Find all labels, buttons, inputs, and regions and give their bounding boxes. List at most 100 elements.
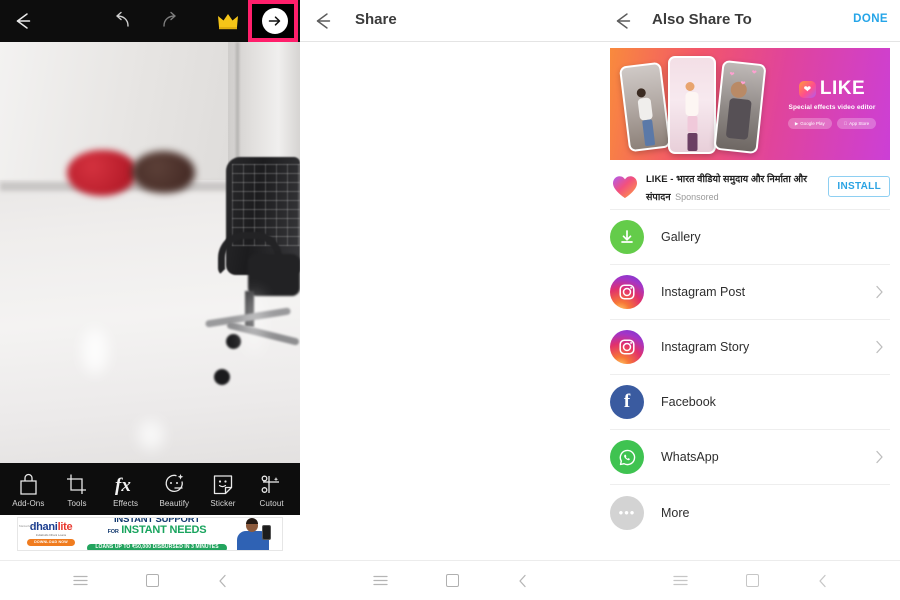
sponsored-app-row[interactable]: LIKE - भारत वीडियो समुदाय और निर्माता और… xyxy=(610,164,890,210)
sponsored-app-text: LIKE - भारत वीडियो समुदाय और निर्माता और… xyxy=(646,169,828,205)
like-brand-name: LIKE xyxy=(819,78,866,99)
tool-label: Tools xyxy=(67,498,87,508)
crop-icon xyxy=(66,471,87,496)
editor-tool-bar: Add-Ons Tools fx Effects Beautify Sticke… xyxy=(0,463,300,515)
face-sparkle-icon xyxy=(163,471,186,496)
share-target-instagram-story[interactable]: Instagram Story xyxy=(610,320,890,375)
tool-add-ons[interactable]: Add-Ons xyxy=(4,471,52,508)
back-chevron-icon[interactable] xyxy=(517,574,528,588)
photo-floor-glare-a xyxy=(82,328,108,374)
photo-red-object xyxy=(67,150,137,196)
three-panel-screenshot: Add-Ons Tools fx Effects Beautify Sticke… xyxy=(0,0,900,600)
editor-canvas-photo[interactable] xyxy=(0,42,300,463)
redo-icon[interactable] xyxy=(158,10,182,32)
home-square-icon[interactable] xyxy=(745,574,759,587)
back-chevron-icon[interactable] xyxy=(217,574,228,588)
play-store-icon: ▶ xyxy=(794,120,799,126)
dhani-ad-banner[interactable]: dhanilite Indiabulls Dhani Loans DOWNLOA… xyxy=(17,517,283,551)
share-target-gallery[interactable]: Gallery xyxy=(610,210,890,265)
android-navbar xyxy=(300,560,600,600)
also-share-to-panel: Also Share To DONE ❤ ❤ ❤ ❤ LIKE Special … xyxy=(600,0,900,600)
hero-phone-left xyxy=(618,61,672,153)
share-target-label: Gallery xyxy=(661,230,701,244)
hero-phone-center xyxy=(668,56,716,154)
editor-topbar xyxy=(0,0,300,42)
dhani-ad-photo xyxy=(230,518,282,550)
tool-label: Sticker xyxy=(210,498,236,508)
page-title: Also Share To xyxy=(652,11,752,28)
app-store-button[interactable]: App Store xyxy=(836,118,877,129)
arrow-right-circle-icon[interactable] xyxy=(262,8,288,34)
install-button[interactable]: INSTALL xyxy=(828,176,890,197)
back-arrow-icon[interactable] xyxy=(610,9,636,33)
chevron-right-icon xyxy=(875,340,884,359)
share-target-label: More xyxy=(661,505,690,520)
dhani-ad-copy: INSTANT SUPPORT FOR INSTANT NEEDS LOANS … xyxy=(84,518,230,550)
instagram-icon xyxy=(610,275,644,309)
tool-beautify[interactable]: Beautify xyxy=(150,471,198,508)
share-target-whatsapp[interactable]: WhatsApp xyxy=(610,430,890,485)
photo-brown-object xyxy=(132,151,195,193)
share-target-label: Instagram Story xyxy=(661,340,750,354)
tool-sticker[interactable]: Sticker xyxy=(199,471,247,508)
photo-floor-glare-b xyxy=(138,420,164,450)
share-target-label: WhatsApp xyxy=(661,450,719,464)
like-heart-icon xyxy=(610,173,640,201)
home-square-icon[interactable] xyxy=(145,574,159,587)
sponsored-label: Sponsored xyxy=(675,191,719,202)
tool-label: Add-Ons xyxy=(12,498,45,508)
undo-icon[interactable] xyxy=(110,10,134,32)
apple-icon:  xyxy=(844,121,847,126)
back-arrow-icon[interactable] xyxy=(10,9,36,33)
home-square-icon[interactable] xyxy=(445,574,459,587)
bag-icon xyxy=(18,471,39,496)
like-hero-ad[interactable]: ❤ ❤ ❤ ❤ LIKE Special effects video edito… xyxy=(610,48,890,160)
fx-icon: fx xyxy=(114,471,138,496)
svg-text:fx: fx xyxy=(115,475,131,496)
dhani-line-2: FOR INSTANT NEEDS xyxy=(107,523,207,536)
share-target-more[interactable]: ••• More xyxy=(610,485,890,540)
tool-label: Cutout xyxy=(259,498,284,508)
share-target-label: Instagram Post xyxy=(661,285,746,299)
facebook-icon: f xyxy=(610,385,644,419)
google-play-button[interactable]: ▶ Google Play xyxy=(787,118,832,129)
share-topbar: Share xyxy=(300,0,600,42)
dhani-offer-pill: LOANS UP TO ₹50,000 DISBURSED IN 3 MINUT… xyxy=(87,543,227,550)
like-ad-brand-block: ❤ LIKE Special effects video editor ▶ Goo… xyxy=(778,78,886,129)
share-target-facebook[interactable]: f Facebook xyxy=(610,375,890,430)
chevron-right-icon xyxy=(875,450,884,469)
sponsored-app-title: LIKE - भारत वीडियो समुदाय और निर्माता और… xyxy=(646,173,808,203)
chevron-right-icon xyxy=(875,285,884,304)
android-navbar xyxy=(600,560,900,600)
photo-chair-caster-a xyxy=(226,334,241,349)
also-share-topbar: Also Share To DONE xyxy=(600,0,900,42)
dhani-ad-footprint: Marketfeed xyxy=(19,524,35,528)
share-panel: Share GIF Say something with #tag @name … xyxy=(300,0,600,600)
back-chevron-icon[interactable] xyxy=(817,574,828,588)
done-button[interactable]: DONE xyxy=(853,13,888,25)
share-target-list: Gallery Instagram Post Instagram Story f… xyxy=(610,210,890,540)
whatsapp-icon xyxy=(610,440,644,474)
back-arrow-icon[interactable] xyxy=(310,9,336,33)
tool-tools[interactable]: Tools xyxy=(53,471,101,508)
crown-icon[interactable] xyxy=(216,11,240,31)
tool-cutout[interactable]: Cutout xyxy=(248,471,296,508)
dhani-brand-sub: Indiabulls Dhani Loans xyxy=(35,533,67,538)
sticker-smiley-icon xyxy=(212,471,234,496)
recents-menu-icon[interactable] xyxy=(672,574,688,587)
recents-menu-icon[interactable] xyxy=(72,574,88,587)
tool-label: Effects xyxy=(113,498,139,508)
scissors-cutout-icon xyxy=(260,471,283,496)
photo-chair-seat xyxy=(248,254,300,296)
more-dots-icon: ••• xyxy=(610,495,644,530)
share-target-instagram-post[interactable]: Instagram Post xyxy=(610,265,890,320)
recents-menu-icon[interactable] xyxy=(372,574,388,587)
page-title: Share xyxy=(355,11,397,28)
photo-chair-caster-b xyxy=(214,369,230,385)
download-gallery-icon xyxy=(610,220,644,254)
hero-phone-right: ❤ ❤ ❤ xyxy=(713,59,767,155)
share-target-label: Facebook xyxy=(661,395,716,409)
dhani-download-button[interactable]: DOWNLOAD NOW xyxy=(27,539,75,546)
tool-effects[interactable]: fx Effects xyxy=(102,471,150,508)
tool-label: Beautify xyxy=(159,498,190,508)
